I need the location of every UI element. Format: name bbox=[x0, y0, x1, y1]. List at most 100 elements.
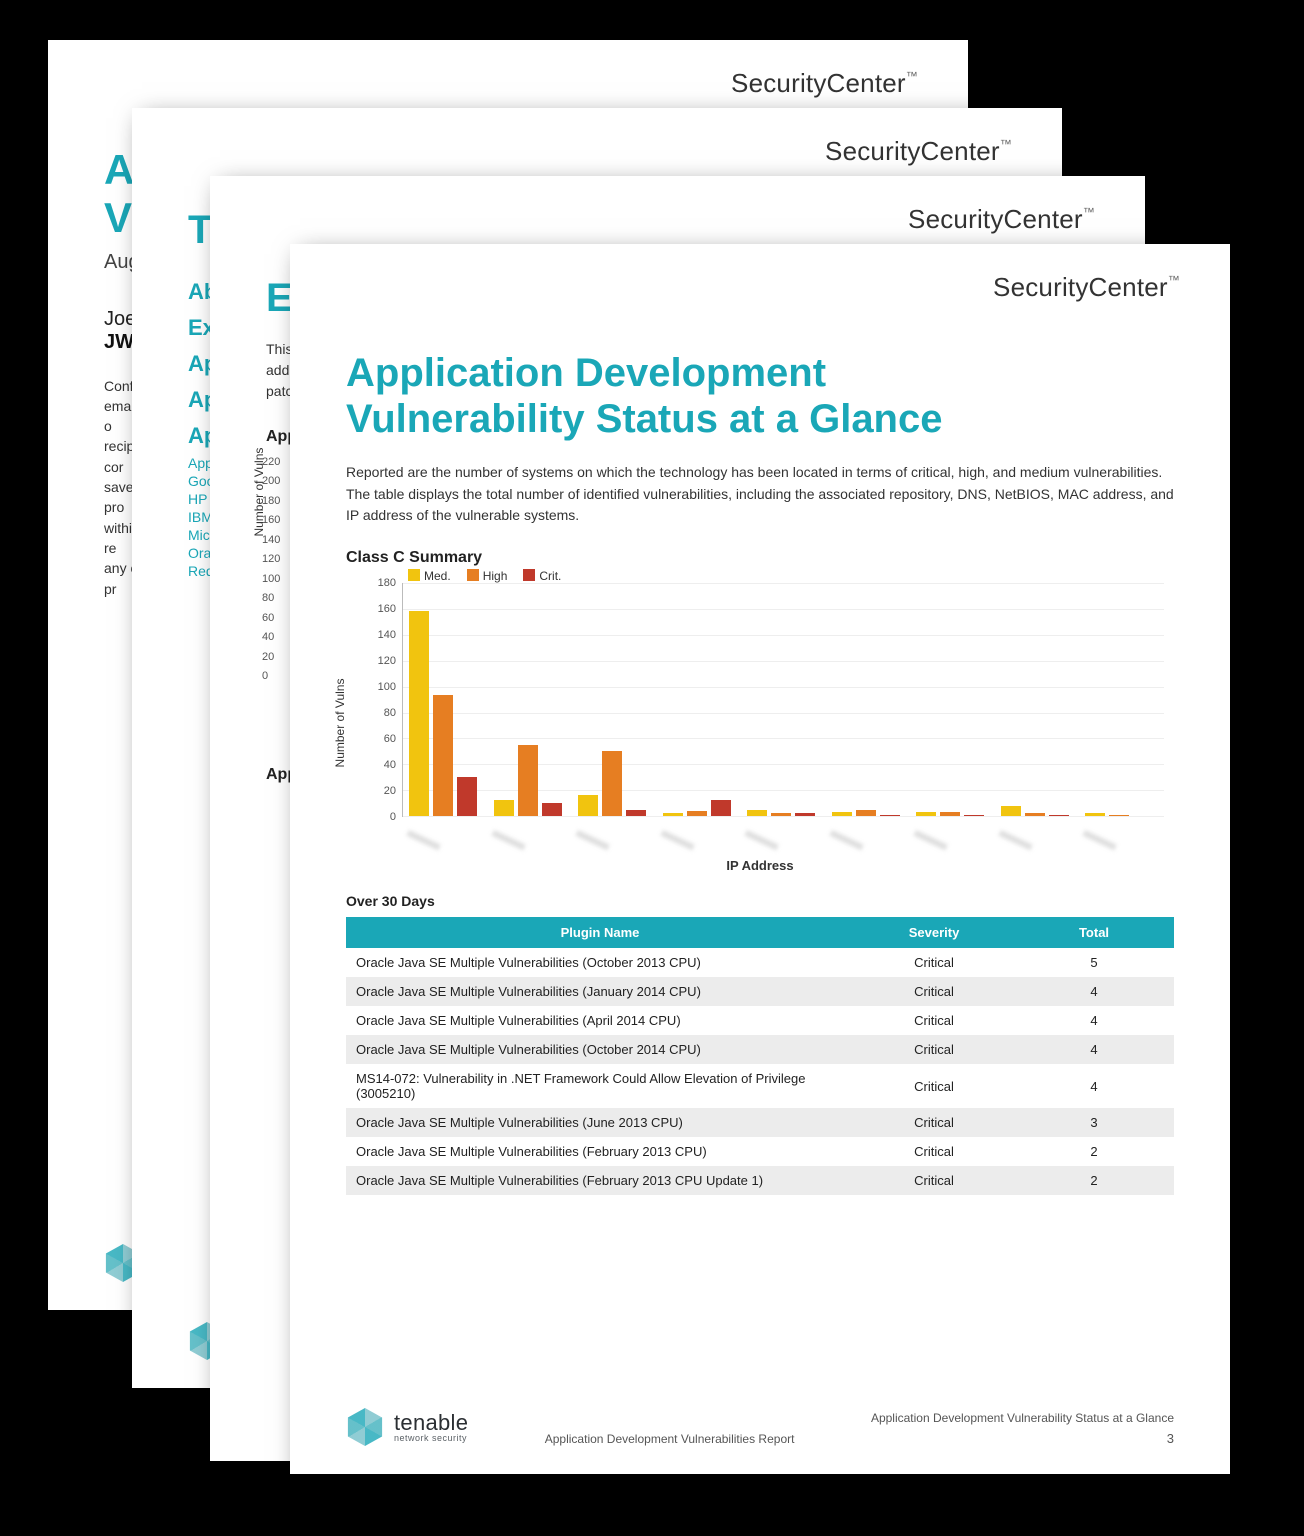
class-c-chart: Med. High Crit. Number of Vulns IP Addre… bbox=[346, 573, 1174, 873]
mini-ytick: 160 bbox=[262, 514, 280, 526]
bar bbox=[409, 611, 429, 816]
th-severity: Severity bbox=[854, 917, 1014, 948]
table-row: Oracle Java SE Multiple Vulnerabilities … bbox=[346, 948, 1174, 977]
brand-logo: SecurityCenter™ bbox=[731, 68, 918, 99]
bar bbox=[1001, 806, 1021, 816]
mini-ytick: 80 bbox=[262, 592, 280, 604]
grid-line bbox=[403, 687, 1164, 688]
grid-line bbox=[403, 635, 1164, 636]
swatch-high-icon bbox=[467, 569, 479, 581]
brand-name: SecurityCenter bbox=[731, 68, 906, 98]
bar bbox=[602, 751, 622, 816]
tenable-logo: tenable network security bbox=[346, 1408, 468, 1446]
chart-plot-area bbox=[402, 583, 1164, 817]
chart-title: Class C Summary bbox=[346, 549, 1174, 567]
cell-plugin-name: Oracle Java SE Multiple Vulnerabilities … bbox=[346, 948, 854, 977]
cell-plugin-name: Oracle Java SE Multiple Vulnerabilities … bbox=[346, 1137, 854, 1166]
brand-logo: SecurityCenter™ bbox=[908, 204, 1095, 235]
bar-group bbox=[1085, 813, 1158, 816]
mini-ytick: 120 bbox=[262, 553, 280, 565]
mini-ytick: 180 bbox=[262, 495, 280, 507]
cell-plugin-name: Oracle Java SE Multiple Vulnerabilities … bbox=[346, 1108, 854, 1137]
bar bbox=[663, 813, 683, 816]
vuln-table: Plugin Name Severity Total Oracle Java S… bbox=[346, 917, 1174, 1195]
bar bbox=[457, 777, 477, 816]
mini-ytick: 40 bbox=[262, 631, 280, 643]
th-total: Total bbox=[1014, 917, 1174, 948]
table-row: Oracle Java SE Multiple Vulnerabilities … bbox=[346, 1006, 1174, 1035]
bar bbox=[542, 803, 562, 816]
ytick-label: 180 bbox=[364, 577, 396, 589]
cell-severity: Critical bbox=[854, 948, 1014, 977]
bar-group bbox=[832, 810, 905, 817]
cell-plugin-name: Oracle Java SE Multiple Vulnerabilities … bbox=[346, 1166, 854, 1195]
cell-severity: Critical bbox=[854, 977, 1014, 1006]
ytick-label: 0 bbox=[364, 811, 396, 823]
trademark-icon: ™ bbox=[906, 69, 918, 83]
table-header-row: Plugin Name Severity Total bbox=[346, 917, 1174, 948]
grid-line bbox=[403, 816, 1164, 817]
xcat-label: xxxxxxx bbox=[405, 828, 441, 853]
brand-logo: SecurityCenter™ bbox=[993, 272, 1180, 303]
footer-right-title: Application Development Vulnerability St… bbox=[871, 1411, 1174, 1425]
xcat-label: xxxxxxx bbox=[490, 828, 526, 853]
legend-high-label: High bbox=[483, 569, 508, 583]
mini-ytick: 140 bbox=[262, 534, 280, 546]
bar bbox=[687, 811, 707, 816]
page-heading: Application Development Vulnerability St… bbox=[346, 350, 1174, 442]
mini-ytick: 100 bbox=[262, 573, 280, 585]
logo-sub: network security bbox=[394, 1434, 468, 1443]
ytick-label: 40 bbox=[364, 759, 396, 771]
cell-total: 4 bbox=[1014, 1006, 1174, 1035]
swatch-med-icon bbox=[408, 569, 420, 581]
chart-xlabel: IP Address bbox=[346, 858, 1174, 873]
footer-center: Application Development Vulnerabilities … bbox=[468, 1432, 871, 1446]
bar bbox=[856, 810, 876, 817]
mini-ytick: 220 bbox=[262, 456, 280, 468]
bar bbox=[626, 810, 646, 817]
mini-ytick: 200 bbox=[262, 475, 280, 487]
cell-severity: Critical bbox=[854, 1006, 1014, 1035]
legend-med-label: Med. bbox=[424, 569, 451, 583]
xcat-label: xxxxxxx bbox=[828, 828, 864, 853]
brand-name: SecurityCenter bbox=[825, 136, 1000, 166]
xcat-label: xxxxxxx bbox=[744, 828, 780, 853]
grid-line bbox=[403, 661, 1164, 662]
cell-total: 3 bbox=[1014, 1108, 1174, 1137]
brand-logo: SecurityCenter™ bbox=[825, 136, 1012, 167]
bar bbox=[795, 813, 815, 816]
legend-crit-label: Crit. bbox=[539, 569, 561, 583]
bar-group bbox=[578, 751, 651, 816]
bar bbox=[1109, 815, 1129, 816]
bar bbox=[494, 800, 514, 816]
xcat-label: xxxxxxx bbox=[659, 828, 695, 853]
cell-total: 2 bbox=[1014, 1137, 1174, 1166]
bar bbox=[433, 695, 453, 816]
cell-total: 4 bbox=[1014, 1064, 1174, 1108]
chart-legend: Med. High Crit. bbox=[408, 569, 561, 583]
xcat-label: xxxxxxx bbox=[1082, 828, 1118, 853]
xcat-label: xxxxxxx bbox=[574, 828, 610, 853]
bar-group bbox=[916, 812, 989, 816]
legend-crit: Crit. bbox=[523, 569, 561, 583]
bar bbox=[880, 815, 900, 816]
table-row: Oracle Java SE Multiple Vulnerabilities … bbox=[346, 977, 1174, 1006]
cell-total: 4 bbox=[1014, 1035, 1174, 1064]
ytick-label: 100 bbox=[364, 681, 396, 693]
footer-right: Application Development Vulnerability St… bbox=[871, 1411, 1174, 1446]
table-row: Oracle Java SE Multiple Vulnerabilities … bbox=[346, 1108, 1174, 1137]
bar bbox=[711, 800, 731, 816]
bar-group bbox=[663, 800, 736, 816]
page-number: 3 bbox=[871, 1431, 1174, 1446]
grid-line bbox=[403, 738, 1164, 739]
cell-severity: Critical bbox=[854, 1166, 1014, 1195]
cell-severity: Critical bbox=[854, 1137, 1014, 1166]
page-footer: tenable network security Application Dev… bbox=[346, 1408, 1174, 1446]
ytick-label: 160 bbox=[364, 603, 396, 615]
chart-ylabel: Number of Vulns bbox=[333, 679, 347, 768]
ytick-label: 140 bbox=[364, 629, 396, 641]
logo-main: tenable bbox=[394, 1412, 468, 1434]
grid-line bbox=[403, 713, 1164, 714]
grid-line bbox=[403, 583, 1164, 584]
bar-group bbox=[409, 611, 482, 816]
